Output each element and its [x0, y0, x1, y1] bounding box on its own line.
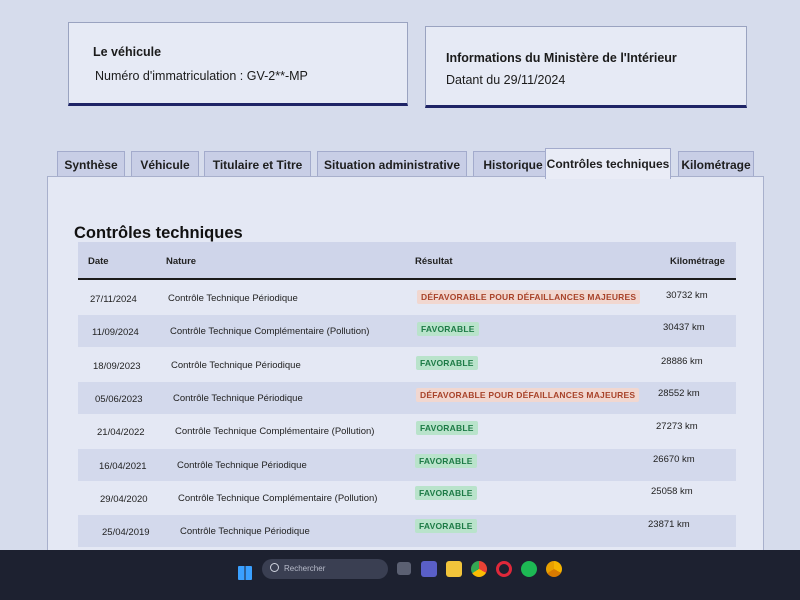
opera-icon[interactable] [496, 561, 512, 577]
registration-number: Numéro d'immatriculation : GV-2**-MP [95, 69, 308, 83]
row-nature: Contrôle Technique Périodique [177, 459, 307, 471]
tab-titulaire-et-titre[interactable]: Titulaire et Titre [204, 151, 311, 177]
table-row: 16/04/2021 Contrôle Technique Périodique F… [78, 448, 736, 481]
status-badge: DÉFAVORABLE POUR DÉFAILLANCES MAJEURES [416, 387, 640, 402]
chrome-canary-icon[interactable] [546, 561, 562, 577]
row-date: 16/04/2021 [99, 460, 147, 472]
row-mileage: 26670 km [653, 453, 695, 465]
section-title: Contrôles techniques [74, 224, 243, 242]
vehicle-card-title: Le véhicule [93, 45, 162, 59]
taskbar-search[interactable]: Rechercher [262, 559, 388, 579]
row-date: 18/09/2023 [93, 360, 141, 372]
row-date: 29/04/2020 [100, 493, 148, 505]
table-row: 05/06/2023 Contrôle Technique Périodique D… [78, 381, 736, 414]
teams-icon[interactable] [421, 561, 437, 577]
row-date: 21/04/2022 [97, 427, 145, 439]
status-badge: FAVORABLE [416, 421, 478, 436]
tab-bar: Synthèse Véhicule Titulaire et Titre Sit… [57, 148, 757, 179]
status-badge: FAVORABLE [415, 519, 477, 534]
tab-controles-techniques[interactable]: Contrôles techniques [545, 148, 671, 179]
row-mileage: 25058 km [651, 485, 693, 497]
status-badge: FAVORABLE [415, 453, 477, 468]
row-date: 05/06/2023 [95, 393, 143, 405]
header-mileage: Kilométrage [670, 256, 725, 267]
table-row: 18/09/2023 Contrôle Technique Périodique F… [78, 349, 736, 381]
table-row: 21/04/2022 Contrôle Technique Complémenta… [78, 415, 736, 447]
row-date: 27/11/2024 [90, 294, 137, 305]
tab-vehicule[interactable]: Véhicule [131, 151, 199, 177]
header-result: Résultat [415, 256, 453, 267]
status-badge: FAVORABLE [415, 485, 477, 500]
header-nature: Nature [166, 256, 197, 267]
row-nature: Contrôle Technique Complémentaire (Pollu… [170, 326, 370, 338]
table-row: 29/04/2020 Contrôle Technique Complémenta… [78, 482, 736, 514]
row-nature: Contrôle Technique Périodique [168, 293, 298, 304]
table-row: 25/04/2019 Contrôle Technique Périodique F… [78, 515, 736, 548]
status-badge: FAVORABLE [417, 322, 479, 337]
row-nature: Contrôle Technique Complémentaire (Pollu… [175, 426, 375, 438]
spotify-icon[interactable] [521, 561, 537, 577]
ministry-card-title: Informations du Ministère de l'Intérieur [446, 51, 677, 65]
tab-synthese[interactable]: Synthèse [57, 151, 125, 177]
task-view-icon[interactable] [397, 562, 411, 575]
row-nature: Contrôle Technique Périodique [171, 359, 301, 371]
vehicle-card: Le véhicule Numéro d'immatriculation : G… [68, 22, 408, 106]
search-icon [270, 563, 279, 572]
file-explorer-icon[interactable] [446, 561, 462, 577]
row-mileage: 28886 km [661, 355, 703, 367]
row-mileage: 23871 km [648, 519, 690, 531]
ministry-card: Informations du Ministère de l'Intérieur… [425, 26, 747, 108]
row-nature: Contrôle Technique Complémentaire (Pollu… [178, 492, 378, 504]
tab-historique[interactable]: Historique [473, 151, 553, 177]
row-mileage: 30732 km [666, 290, 708, 301]
header-date: Date [88, 256, 109, 267]
status-badge: FAVORABLE [416, 355, 478, 370]
status-badge: DÉFAVORABLE POUR DÉFAILLANCES MAJEURES [417, 290, 641, 304]
row-date: 11/09/2024 [92, 327, 139, 339]
windows-start-icon[interactable] [238, 566, 252, 580]
ministry-date: Datant du 29/11/2024 [446, 73, 566, 87]
table-row: 11/09/2024 Contrôle Technique Complémenta… [78, 315, 736, 348]
windows-taskbar: Rechercher [0, 550, 800, 600]
row-nature: Contrôle Technique Périodique [173, 392, 303, 404]
tab-situation-administrative[interactable]: Situation administrative [317, 151, 467, 177]
row-mileage: 28552 km [658, 387, 700, 399]
table-row: 27/11/2024 Contrôle Technique Périodique D… [78, 282, 736, 314]
tab-kilometrage[interactable]: Kilométrage [678, 151, 754, 177]
row-nature: Contrôle Technique Périodique [180, 526, 310, 538]
row-mileage: 27273 km [656, 421, 698, 433]
row-date: 25/04/2019 [102, 527, 150, 539]
chrome-icon[interactable] [471, 561, 487, 577]
search-placeholder: Rechercher [284, 564, 326, 573]
row-mileage: 30437 km [663, 322, 705, 334]
table-header: Date Nature Résultat Kilométrage [78, 242, 736, 280]
